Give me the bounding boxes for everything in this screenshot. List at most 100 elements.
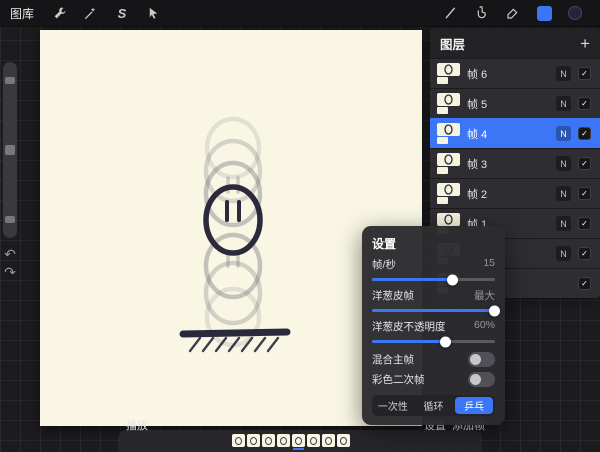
toolbar-right-group	[442, 4, 584, 22]
onion-opacity-value: 60%	[474, 319, 495, 334]
timeline-bar	[118, 430, 482, 452]
blend-mode-badge[interactable]: N	[556, 66, 571, 81]
onion-opacity-label: 洋葱皮不透明度	[372, 319, 446, 334]
modify-button[interactable]	[5, 145, 15, 155]
layer-sub-thumbnail	[437, 137, 448, 144]
layer-visibility-checkbox[interactable]: ✓	[578, 187, 591, 200]
current-color-dot	[568, 6, 582, 20]
color-secondary-frames-toggle[interactable]	[468, 372, 495, 387]
play-button[interactable]: 播放	[126, 417, 148, 433]
onion-frames-slider-fill	[372, 309, 495, 312]
frame-strip	[232, 434, 350, 447]
layer-thumbnails	[437, 123, 460, 144]
frame-thumbnail[interactable]	[247, 434, 260, 447]
undo-button[interactable]: ↶	[2, 246, 18, 262]
layer-sub-thumbnail	[437, 77, 448, 84]
opacity-slider[interactable]	[5, 216, 15, 223]
color-secondary-frames-label: 彩色二次帧	[372, 372, 425, 387]
layer-thumbnails	[437, 93, 460, 114]
frame-thumbnail[interactable]	[232, 434, 245, 447]
mode-one-shot[interactable]: 一次性	[374, 397, 412, 414]
blend-primary-frame-label: 混合主帧	[372, 352, 414, 367]
frame-thumbnail[interactable]	[322, 434, 335, 447]
color-swatch-icon[interactable]	[566, 4, 584, 22]
onion-opacity-slider-group: 洋葱皮不透明度 60%	[372, 319, 495, 343]
fps-slider-group: 帧/秒 15	[372, 257, 495, 281]
layer-name: 帧 2	[467, 186, 549, 202]
mode-ping-pong[interactable]: 乒乓	[455, 397, 493, 414]
layer-thumbnails	[437, 153, 460, 174]
redo-button[interactable]: ↷	[2, 264, 18, 280]
layer-thumbnails	[437, 183, 460, 204]
onion-opacity-slider-fill	[372, 340, 446, 343]
layer-row[interactable]: 帧 3 N ✓	[430, 148, 600, 178]
top-toolbar: 图库 S	[0, 0, 600, 26]
layers-panel-title: 图层	[440, 34, 465, 53]
layer-row[interactable]: 帧 5 N ✓	[430, 88, 600, 118]
layers-panel-header: 图层 +	[430, 28, 600, 58]
eraser-icon[interactable]	[504, 4, 522, 22]
layer-visibility-checkbox[interactable]: ✓	[578, 67, 591, 80]
animation-settings-popup: 设置 帧/秒 15 洋葱皮帧 最大 洋葱皮不透明度 60% 混合主帧 彩色二次	[362, 226, 505, 425]
mode-loop[interactable]: 循环	[415, 397, 453, 414]
settings-popup-title: 设置	[372, 235, 495, 252]
layer-visibility-checkbox[interactable]: ✓	[578, 157, 591, 170]
layer-thumbnail	[437, 63, 460, 76]
layer-visibility-checkbox[interactable]: ✓	[578, 127, 591, 140]
layer-sub-thumbnail	[437, 197, 448, 204]
layer-row[interactable]: 帧 2 N ✓	[430, 178, 600, 208]
toolbar-left-group: 图库 S	[10, 4, 162, 22]
layer-thumbnail	[437, 123, 460, 136]
blend-mode-badge[interactable]: N	[556, 246, 571, 261]
onion-opacity-slider[interactable]	[372, 340, 495, 343]
blend-mode-badge[interactable]: N	[556, 186, 571, 201]
layers-icon[interactable]	[535, 4, 553, 22]
layer-thumbnail	[437, 93, 460, 106]
color-secondary-frames-row: 彩色二次帧	[372, 370, 495, 389]
layer-visibility-checkbox[interactable]: ✓	[578, 277, 591, 290]
layer-visibility-checkbox[interactable]: ✓	[578, 217, 591, 230]
fps-value: 15	[483, 257, 495, 272]
transform-arrow-icon[interactable]	[144, 4, 162, 22]
adjustments-wand-icon[interactable]	[82, 4, 100, 22]
fps-label: 帧/秒	[372, 257, 396, 272]
onion-frames-slider[interactable]	[372, 309, 495, 312]
blend-mode-badge[interactable]: N	[556, 216, 571, 231]
brush-icon[interactable]	[442, 4, 460, 22]
actions-wrench-icon[interactable]	[51, 4, 69, 22]
gallery-button[interactable]: 图库	[10, 5, 34, 22]
selection-icon[interactable]: S	[113, 4, 131, 22]
smudge-finger-icon[interactable]	[473, 4, 491, 22]
blend-primary-frame-toggle[interactable]	[468, 352, 495, 367]
layer-row[interactable]: 帧 4 N ✓	[430, 118, 600, 148]
brush-size-slider[interactable]	[5, 77, 15, 84]
fps-slider-fill	[372, 278, 453, 281]
layers-active-square	[537, 6, 552, 21]
layer-row[interactable]: 帧 6 N ✓	[430, 58, 600, 88]
fps-slider[interactable]	[372, 278, 495, 281]
blend-mode-badge[interactable]: N	[556, 96, 571, 111]
playback-mode-segmented-control: 一次性 循环 乒乓	[372, 395, 495, 416]
layer-visibility-checkbox[interactable]: ✓	[578, 247, 591, 260]
layer-name: 帧 3	[467, 156, 549, 172]
sidebar	[3, 62, 17, 238]
frame-thumbnail[interactable]	[307, 434, 320, 447]
blend-mode-badge[interactable]: N	[556, 126, 571, 141]
layer-thumbnail	[437, 183, 460, 196]
layer-name: 帧 5	[467, 96, 549, 112]
layer-thumbnail	[437, 153, 460, 166]
layer-visibility-checkbox[interactable]: ✓	[578, 97, 591, 110]
onion-frames-value: 最大	[474, 288, 495, 303]
layer-name: 帧 6	[467, 66, 549, 82]
frame-thumbnail[interactable]	[262, 434, 275, 447]
add-layer-button[interactable]: +	[580, 35, 590, 52]
frame-thumbnail[interactable]	[292, 434, 305, 447]
layer-thumbnails	[437, 63, 460, 84]
layer-thumbnail	[437, 213, 460, 226]
layer-sub-thumbnail	[437, 107, 448, 114]
frame-thumbnail[interactable]	[337, 434, 350, 447]
layer-sub-thumbnail	[437, 167, 448, 174]
blend-mode-badge[interactable]: N	[556, 156, 571, 171]
frame-thumbnail[interactable]	[277, 434, 290, 447]
blend-primary-frame-row: 混合主帧	[372, 350, 495, 369]
